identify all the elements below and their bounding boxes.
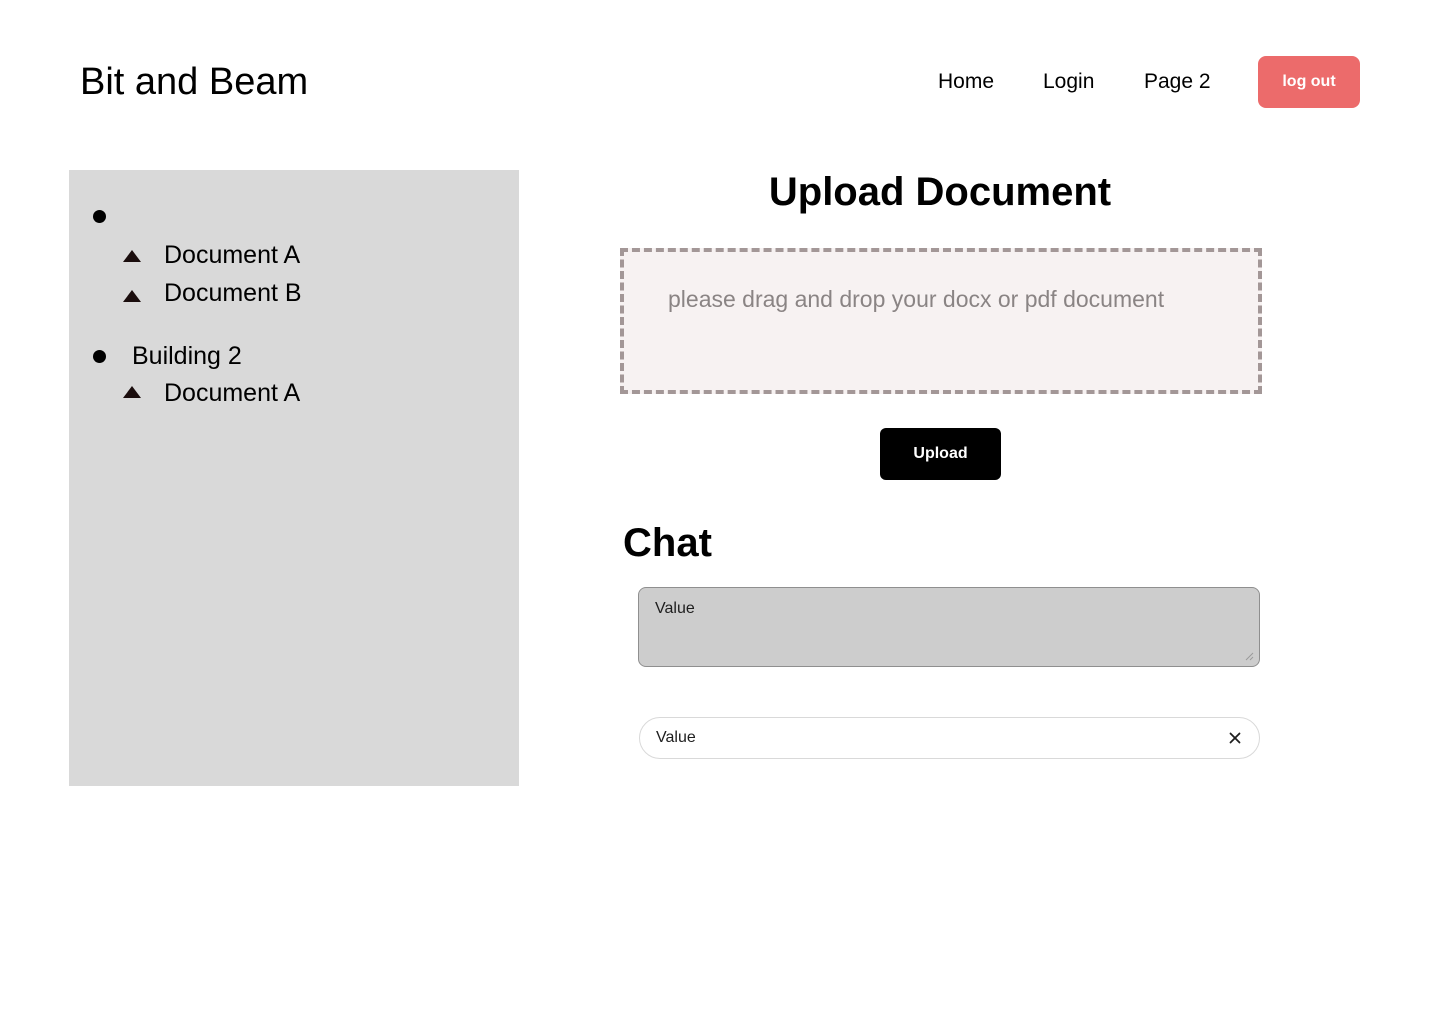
document-label: Document A bbox=[164, 241, 301, 269]
circle-bullet-icon bbox=[93, 210, 106, 223]
circle-bullet-icon bbox=[93, 350, 106, 363]
document-tree-sidebar: Document A Document B Building 2 Documen… bbox=[69, 170, 519, 786]
nav-home-link[interactable]: Home bbox=[938, 69, 994, 95]
page: Bit and Beam Home Login Page 2 log out D… bbox=[0, 0, 1440, 1024]
chat-textarea[interactable]: Value bbox=[638, 587, 1260, 667]
building-2-label: Building 2 bbox=[132, 342, 242, 370]
resize-grip-icon[interactable] bbox=[1244, 651, 1254, 661]
triangle-icon bbox=[123, 290, 141, 302]
chat-title: Chat bbox=[623, 521, 712, 565]
close-icon bbox=[1229, 732, 1241, 744]
top-nav: Home Login Page 2 log out bbox=[0, 56, 1440, 108]
upload-button[interactable]: Upload bbox=[880, 428, 1001, 480]
document-label: Document A bbox=[164, 379, 301, 407]
triangle-icon bbox=[123, 250, 141, 262]
triangle-icon bbox=[123, 386, 141, 398]
logout-button[interactable]: log out bbox=[1258, 56, 1360, 108]
nav-login-link[interactable]: Login bbox=[1043, 69, 1094, 95]
upload-title: Upload Document bbox=[768, 170, 1112, 214]
document-label: Document B bbox=[164, 279, 302, 307]
nav-page-2-link[interactable]: Page 2 bbox=[1144, 69, 1211, 95]
file-dropzone[interactable]: please drag and drop your docx or pdf do… bbox=[620, 248, 1262, 394]
dropzone-instructions: please drag and drop your docx or pdf do… bbox=[668, 286, 1165, 312]
chat-input[interactable] bbox=[656, 718, 1216, 758]
chat-input-field bbox=[639, 717, 1260, 759]
clear-input-button[interactable] bbox=[1225, 728, 1245, 748]
